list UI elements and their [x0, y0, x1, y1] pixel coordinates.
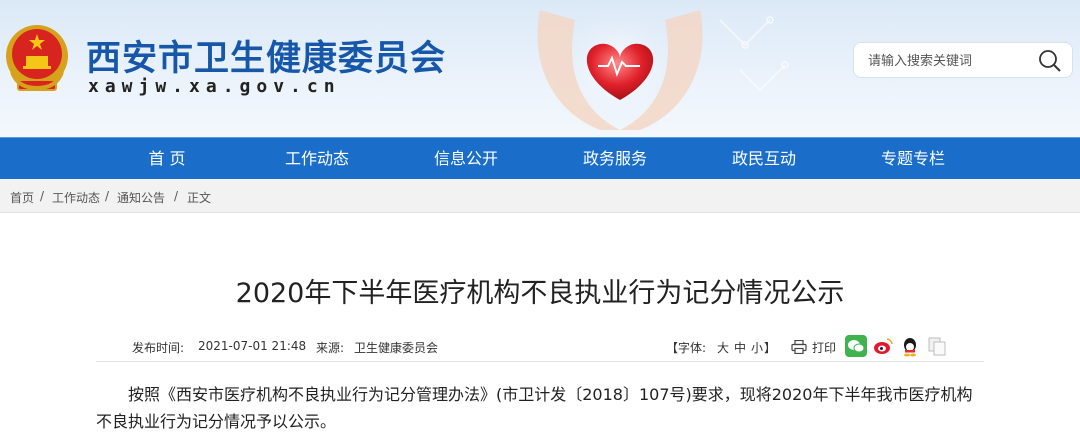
site-header: 西安市卫生健康委员会 xawjw.xa.gov.cn	[0, 0, 1080, 137]
print-link[interactable]: 打印	[812, 339, 836, 356]
font-size-medium[interactable]: 中	[734, 339, 746, 356]
publish-time: 2021-07-01 21:48	[198, 339, 307, 353]
nav-item-info-public[interactable]: 信息公开	[406, 138, 526, 180]
breadcrumb-work-news[interactable]: 工作动态	[52, 189, 100, 206]
publish-time-label: 发布时间:	[132, 341, 185, 355]
font-size-close: 】	[764, 341, 777, 355]
copy-icon[interactable]	[926, 335, 948, 357]
breadcrumb-separator: /	[40, 189, 45, 203]
printer-icon[interactable]	[791, 340, 807, 354]
source: 卫生健康委员会	[354, 341, 439, 355]
nav-item-gov-services[interactable]: 政务服务	[555, 138, 675, 180]
nav-item-special-topics[interactable]: 专题专栏	[853, 138, 973, 180]
breadcrumb-separator: /	[174, 189, 179, 203]
wechat-icon[interactable]	[845, 335, 867, 357]
breadcrumb-notices[interactable]: 通知公告	[117, 189, 165, 206]
site-title[interactable]: 西安市卫生健康委员会	[86, 30, 446, 81]
heart-hands-banner	[537, 0, 789, 137]
breadcrumb: 首页 / 工作动态 / 通知公告 / 正文	[0, 179, 1080, 213]
search-box	[853, 42, 1073, 78]
breadcrumb-current: 正文	[187, 191, 212, 205]
nav-item-work-news[interactable]: 工作动态	[257, 138, 377, 180]
main-nav: 首 页 工作动态 信息公开 政务服务 政民互动 专题专栏	[0, 137, 1080, 179]
source-label: 来源:	[316, 341, 345, 355]
breadcrumb-home[interactable]: 首页	[10, 189, 34, 206]
weibo-icon[interactable]	[872, 335, 894, 357]
article-title: 2020年下半年医疗机构不良执业行为记分情况公示	[235, 278, 845, 309]
search-input[interactable]	[868, 51, 1038, 71]
breadcrumb-separator: /	[105, 189, 110, 203]
font-size-large[interactable]: 大	[717, 339, 729, 356]
nav-item-home[interactable]: 首 页	[107, 138, 227, 180]
qq-icon[interactable]	[899, 335, 921, 357]
font-size-small[interactable]: 小	[751, 339, 763, 356]
search-icon[interactable]	[1036, 47, 1064, 75]
article-body: 按照《西安市医疗机构不良执业行为记分管理办法》(市卫计发〔2018〕107号)要…	[96, 385, 973, 431]
article: 2020年下半年医疗机构不良执业行为记分情况公示 发布时间: 2021-07-0…	[0, 213, 1080, 443]
nav-item-interaction[interactable]: 政民互动	[704, 138, 824, 180]
font-size-label: 【字体:	[666, 341, 707, 355]
site-url: xawjw.xa.gov.cn	[88, 76, 341, 97]
national-emblem-logo	[6, 25, 68, 91]
meta-divider	[96, 361, 984, 362]
